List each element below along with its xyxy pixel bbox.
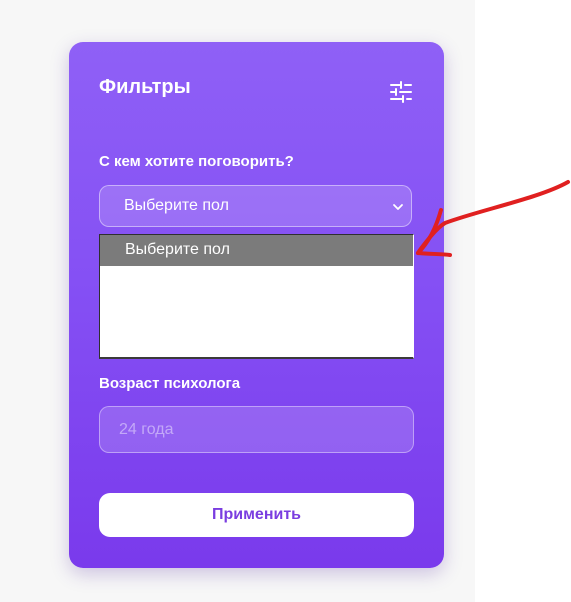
dropdown-option-label: Выберите пол [125, 241, 230, 258]
right-background-pane [475, 0, 571, 602]
age-label: Возраст психолога [99, 375, 241, 392]
age-input[interactable] [99, 406, 414, 453]
sliders-icon[interactable] [389, 80, 413, 104]
dropdown-option-highlighted[interactable]: Выберите пол [100, 235, 413, 266]
gender-label: С кем хотите поговорить? [99, 153, 294, 170]
gender-select-value: Выберите пол [124, 197, 229, 214]
apply-button[interactable]: Применить [99, 493, 414, 537]
gender-dropdown-list[interactable]: Выберите пол [99, 234, 414, 359]
chevron-down-icon [393, 204, 403, 210]
gender-select[interactable]: Выберите пол [99, 185, 412, 227]
filters-title: Фильтры [99, 76, 191, 98]
